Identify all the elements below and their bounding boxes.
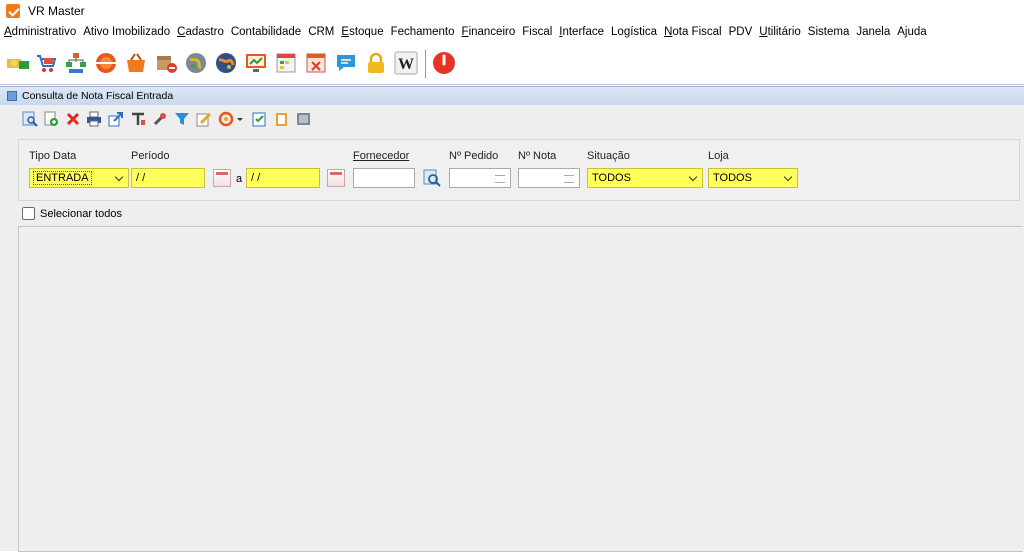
- svg-text:W: W: [398, 56, 414, 73]
- menu-item[interactable]: Administrativo: [4, 26, 76, 38]
- search-icon[interactable]: [22, 111, 38, 127]
- clipboard-icon[interactable]: [274, 111, 290, 127]
- tipo-data-select[interactable]: ENTRADA: [29, 168, 129, 188]
- nota-field[interactable]: [518, 168, 580, 188]
- menu-bar: Administrativo Ativo Imobilizado Cadastro C…: [0, 22, 1024, 42]
- window-icon: [7, 91, 17, 101]
- menu-item[interactable]: Logística: [611, 26, 657, 38]
- inner-window-title: Consulta de Nota Fiscal Entrada: [22, 90, 174, 102]
- menu-item[interactable]: Utilitário: [759, 26, 801, 38]
- menu-item[interactable]: Cadastro: [177, 26, 224, 38]
- basket-icon[interactable]: [124, 51, 148, 75]
- cart-icon[interactable]: [34, 51, 58, 75]
- wikipedia-icon[interactable]: W: [394, 51, 418, 75]
- numeric-field-icon: [495, 175, 505, 183]
- calendar-red-icon[interactable]: [304, 51, 328, 75]
- numeric-field-icon: [564, 175, 574, 183]
- menu-item[interactable]: Estoque: [341, 26, 383, 38]
- situacao-select[interactable]: TODOS: [587, 168, 703, 188]
- fornecedor-label: Fornecedor: [353, 150, 410, 162]
- loja-value: TODOS: [713, 172, 752, 184]
- periodo-from-value: / /: [136, 172, 146, 184]
- window-title: VR Master: [28, 4, 85, 18]
- power-icon[interactable]: [432, 51, 456, 75]
- periodo-separator: a: [236, 173, 243, 185]
- badge-icon[interactable]: [94, 51, 118, 75]
- dropdown-arrow-icon[interactable]: [236, 111, 244, 127]
- chat-icon[interactable]: [334, 51, 358, 75]
- filter-icon[interactable]: [174, 111, 190, 127]
- menu-item[interactable]: CRM: [308, 26, 334, 38]
- checklist-icon[interactable]: [252, 111, 268, 127]
- toolbar-separator: [425, 50, 426, 78]
- menu-item[interactable]: Ativo Imobilizado: [83, 26, 170, 38]
- menu-item[interactable]: Fiscal: [522, 26, 552, 38]
- main-toolbar: W: [0, 44, 1024, 85]
- results-grid[interactable]: [18, 226, 1023, 552]
- inner-window-titlebar: Consulta de Nota Fiscal Entrada: [0, 87, 1024, 105]
- box-icon[interactable]: [154, 51, 178, 75]
- chevron-down-icon: [114, 172, 124, 182]
- export-icon[interactable]: [108, 111, 124, 127]
- menu-item[interactable]: Janela: [856, 26, 890, 38]
- pedido-label: Nº Pedido: [449, 150, 499, 162]
- periodo-label: Período: [131, 150, 170, 162]
- add-document-icon[interactable]: [43, 111, 59, 127]
- lock-icon[interactable]: [364, 51, 388, 75]
- situacao-value: TODOS: [592, 172, 631, 184]
- menu-item[interactable]: PDV: [729, 26, 753, 38]
- print-icon[interactable]: [86, 111, 102, 127]
- monitor-chart-icon[interactable]: [244, 51, 268, 75]
- edit-icon[interactable]: [196, 111, 212, 127]
- title-bar: VR Master: [0, 0, 1024, 22]
- calendar-grid-icon[interactable]: [274, 51, 298, 75]
- menu-item[interactable]: Sistema: [808, 26, 850, 38]
- globe-green-icon[interactable]: [184, 51, 208, 75]
- refresh-icon[interactable]: [218, 111, 234, 127]
- select-all-checkbox[interactable]: [22, 207, 35, 220]
- select-all-label: Selecionar todos: [40, 207, 122, 220]
- periodo-to-field[interactable]: / /: [246, 168, 320, 188]
- fornecedor-search-icon[interactable]: [422, 168, 442, 188]
- loja-label: Loja: [708, 150, 729, 162]
- fornecedor-field[interactable]: [353, 168, 415, 188]
- menu-item[interactable]: Fechamento: [391, 26, 455, 38]
- app-logo-icon: [6, 4, 20, 18]
- tipo-data-label: Tipo Data: [29, 150, 77, 162]
- menu-item[interactable]: Nota Fiscal: [664, 26, 722, 38]
- org-chart-icon[interactable]: [64, 51, 88, 75]
- nota-label: Nº Nota: [518, 150, 557, 162]
- select-all-row[interactable]: Selecionar todos: [22, 207, 122, 220]
- calendar-from-button[interactable]: [213, 169, 231, 187]
- menu-item[interactable]: Ajuda: [897, 26, 926, 38]
- menu-item[interactable]: Financeiro: [462, 26, 516, 38]
- periodo-to-value: / /: [251, 172, 261, 184]
- delete-icon[interactable]: [65, 111, 81, 127]
- wrench-icon[interactable]: [152, 111, 168, 127]
- chevron-down-icon: [783, 172, 793, 182]
- tipo-data-value: ENTRADA: [33, 171, 92, 185]
- menu-item[interactable]: Contabilidade: [231, 26, 301, 38]
- grid-view-icon[interactable]: [296, 111, 312, 127]
- periodo-from-field[interactable]: / /: [131, 168, 205, 188]
- menu-item[interactable]: Interface: [559, 26, 604, 38]
- text-tool-icon[interactable]: [130, 111, 146, 127]
- filter-panel: Tipo Data ENTRADA Período / / a / / Forn…: [18, 139, 1020, 201]
- money-icon[interactable]: [6, 51, 30, 75]
- globe-orange-icon[interactable]: [214, 51, 238, 75]
- loja-select[interactable]: TODOS: [708, 168, 798, 188]
- inner-window: Consulta de Nota Fiscal Entrada Tipo Dat…: [0, 86, 1024, 552]
- calendar-to-button[interactable]: [327, 169, 345, 187]
- chevron-down-icon: [688, 172, 698, 182]
- pedido-field[interactable]: [449, 168, 511, 188]
- situacao-label: Situação: [587, 150, 630, 162]
